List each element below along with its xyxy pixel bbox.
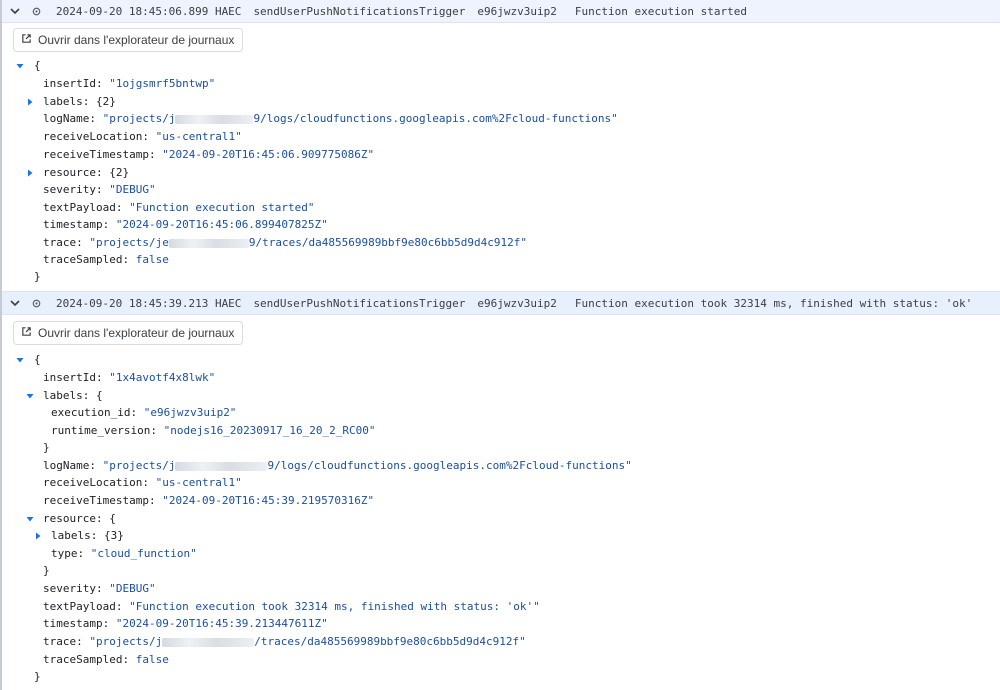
- json-field-resource-labels[interactable]: labels: {3}: [51, 527, 124, 544]
- json-resource-close: }: [43, 564, 50, 577]
- json-field-timestamp: timestamp: "2024-09-20T16:45:06.89940782…: [43, 218, 328, 231]
- debug-severity-icon: [31, 6, 41, 16]
- json-field-timestamp: timestamp: "2024-09-20T16:45:39.21344761…: [43, 617, 328, 630]
- log-entry-header[interactable]: 2024-09-20 18:45:06.899 HAEC sendUserPus…: [2, 0, 1000, 23]
- json-labels-close: }: [43, 441, 50, 454]
- json-field-execution_id: execution_id: "e96jwzv3uip2": [51, 406, 237, 419]
- triangle-right-icon[interactable]: [25, 93, 35, 110]
- json-field-runtime_version: runtime_version: "nodejs16_20230917_16_2…: [51, 424, 376, 437]
- execution-id: e96jwzv3uip2: [477, 4, 557, 18]
- json-field-traceSampled: traceSampled: false: [43, 253, 169, 266]
- json-field-labels[interactable]: labels: {2}: [43, 93, 116, 110]
- json-field-trace: trace: "projects/je 9/traces/da485569989b…: [43, 236, 528, 249]
- open-in-new-icon: [21, 326, 32, 340]
- json-field-type: type: "cloud_function": [51, 547, 197, 560]
- json-field-receiveLocation: receiveLocation: "us-central1": [43, 130, 242, 143]
- triangle-down-icon[interactable]: [15, 57, 25, 74]
- json-field-trace: trace: "projects/j/traces/da485569989bbf…: [43, 635, 526, 648]
- open-in-logs-explorer-label: Ouvrir dans l'explorateur de journaux: [38, 326, 235, 340]
- json-field-receiveTimestamp: receiveTimestamp: "2024-09-20T16:45:39.2…: [43, 494, 375, 507]
- left-gutter-rule: [0, 0, 2, 690]
- log-entry-header[interactable]: 2024-09-20 18:45:39.213 HAEC sendUserPus…: [2, 291, 1000, 315]
- triangle-right-icon[interactable]: [25, 164, 35, 181]
- triangle-down-icon[interactable]: [25, 510, 35, 527]
- log-summary: Function execution took 32314 ms, finish…: [574, 296, 973, 310]
- json-field-severity: severity: "DEBUG": [43, 582, 156, 595]
- json-field-textPayload: textPayload: "Function execution started…: [43, 201, 315, 214]
- chevron-down-icon[interactable]: [8, 4, 22, 18]
- json-field-severity: severity: "DEBUG": [43, 183, 156, 196]
- open-in-logs-explorer-label: Ouvrir dans l'explorateur de journaux: [38, 33, 235, 47]
- redacted-project-id: [175, 461, 268, 471]
- triangle-right-icon[interactable]: [33, 527, 43, 544]
- json-root-close: }: [34, 270, 41, 283]
- json-field-textPayload: textPayload: "Function execution took 32…: [43, 600, 540, 613]
- redacted-project-id: [162, 637, 255, 647]
- json-field-logName: logName: "projects/j 9/logs/cloudfunction…: [43, 112, 618, 125]
- json-field-labels[interactable]: labels: {: [43, 387, 103, 404]
- function-name: sendUserPushNotificationsTrigger: [253, 4, 466, 18]
- json-root-close: }: [34, 670, 41, 683]
- json-field-insertId: insertId: "1ojgsmrf5bntwp": [43, 77, 216, 90]
- redacted-project-id: [168, 238, 249, 248]
- debug-severity-icon: [31, 298, 41, 308]
- json-field-resource[interactable]: resource: {: [43, 510, 116, 527]
- json-field-insertId: insertId: "1x4avotf4x8lwk": [43, 371, 216, 384]
- json-field-logName: logName: "projects/j 9/logs/cloudfunction…: [43, 459, 632, 472]
- triangle-down-icon[interactable]: [25, 387, 35, 404]
- json-field-resource[interactable]: resource: {2}: [43, 164, 129, 181]
- chevron-down-icon[interactable]: [8, 296, 22, 310]
- json-field-receiveTimestamp: receiveTimestamp: "2024-09-20T16:45:06.9…: [43, 148, 375, 161]
- log-timestamp: 2024-09-20 18:45:06.899 HAEC: [56, 4, 242, 18]
- execution-id: e96jwzv3uip2: [477, 296, 557, 310]
- open-in-logs-explorer-button[interactable]: Ouvrir dans l'explorateur de journaux: [13, 321, 244, 345]
- json-root-open: {: [34, 353, 41, 366]
- log-summary: Function execution started: [574, 4, 748, 18]
- open-in-new-icon: [21, 33, 32, 47]
- json-field-receiveLocation: receiveLocation: "us-central1": [43, 476, 242, 489]
- json-field-traceSampled: traceSampled: false: [43, 653, 169, 666]
- function-name: sendUserPushNotificationsTrigger: [253, 296, 466, 310]
- log-timestamp: 2024-09-20 18:45:39.213 HAEC: [56, 296, 242, 310]
- json-root-open: {: [34, 59, 41, 72]
- open-in-logs-explorer-button[interactable]: Ouvrir dans l'explorateur de journaux: [13, 28, 244, 52]
- triangle-down-icon[interactable]: [15, 351, 25, 368]
- redacted-project-id: [175, 114, 254, 124]
